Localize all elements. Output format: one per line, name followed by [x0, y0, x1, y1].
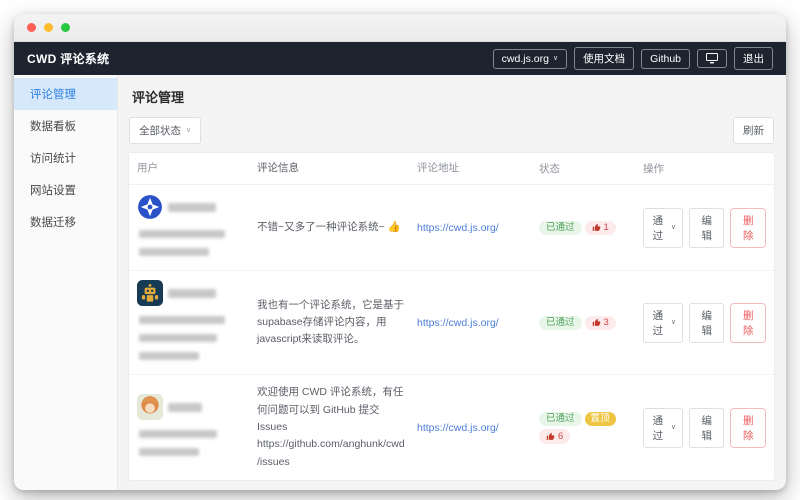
approved-badge: 已通过 — [539, 220, 582, 236]
approved-badge: 已通过 — [539, 411, 582, 427]
app-window: CWD 评论系统 cwd.js.org ∨ 使用文档 Github 退出 评论管… — [14, 14, 786, 490]
logout-button[interactable]: 退出 — [734, 47, 773, 70]
table-row: 欢迎使用 CWD 评论系统，有任何问题可以到 GitHub 提交 Issues … — [129, 375, 774, 480]
redacted-username — [168, 202, 216, 212]
toolbar: 全部状态 ∨ 刷新 — [128, 117, 775, 144]
comment-text: 欢迎使用 CWD 评论系统，有任何问题可以到 GitHub 提交 Issues … — [257, 386, 405, 468]
comment-url-link[interactable]: https://cwd.js.org/ — [417, 317, 499, 329]
table-row: 我也有一个评论系统，它是基于supabase存储评论内容，用javascript… — [129, 271, 774, 376]
likes-count: 1 — [603, 222, 609, 234]
sidebar-item-data-migration[interactable]: 数据迁移 — [14, 206, 117, 238]
top-navbar: CWD 评论系统 cwd.js.org ∨ 使用文档 Github 退出 — [14, 42, 786, 75]
redacted-user-detail — [139, 248, 209, 257]
page-title: 评论管理 — [132, 90, 185, 105]
comment-url-link[interactable]: https://cwd.js.org/ — [417, 222, 499, 234]
redacted-user-detail — [139, 352, 199, 361]
redacted-username — [168, 288, 216, 298]
window-minimize-button[interactable] — [44, 23, 53, 32]
chevron-down-icon: ∨ — [670, 424, 676, 432]
redacted-user-detail — [139, 230, 225, 239]
pinned-badge: 置顶 — [584, 411, 616, 427]
status-action-select[interactable]: 通过 ∨ — [643, 302, 683, 343]
likes-badge: 3 — [584, 315, 616, 331]
likes-count: 6 — [558, 430, 564, 442]
col-header-user: 用户 — [137, 162, 158, 174]
approved-badge: 已通过 — [539, 315, 582, 331]
col-header-url: 评论地址 — [417, 162, 459, 174]
table-header-row: 用户 评论信息 评论地址 状态 操作 — [129, 153, 774, 186]
redacted-user-detail — [139, 430, 217, 439]
app-title: CWD 评论系统 — [27, 52, 110, 66]
docs-button[interactable]: 使用文档 — [574, 47, 635, 70]
status-action-select[interactable]: 通过 ∨ — [643, 407, 683, 448]
navbar-actions: cwd.js.org ∨ 使用文档 Github 退出 — [492, 47, 773, 70]
comment-url-link[interactable]: https://cwd.js.org/ — [417, 422, 499, 434]
col-header-comment: 评论信息 — [257, 162, 299, 174]
status-filter-select[interactable]: 全部状态 ∨ — [129, 117, 202, 144]
user-avatar — [137, 394, 163, 421]
sidebar-item-comment-management[interactable]: 评论管理 — [14, 78, 117, 110]
status-cell: 已通过 3 — [539, 315, 643, 331]
status-cell: 已通过 1 — [539, 220, 643, 236]
status-filter-value: 全部状态 — [139, 125, 181, 137]
macos-titlebar — [14, 14, 786, 42]
github-button[interactable]: Github — [641, 48, 690, 69]
window-close-button[interactable] — [27, 23, 36, 32]
user-cell — [137, 280, 257, 365]
delete-button[interactable]: 删除 — [730, 302, 766, 343]
comment-text: 不错~又多了一种评论系统~ 👍 — [257, 221, 401, 234]
likes-count: 3 — [603, 317, 609, 329]
site-select[interactable]: cwd.js.org ∨ — [492, 48, 568, 69]
main-content: 评论管理 全部状态 ∨ 刷新 用户 评论信息 评论地址 状态 操作 不错~又多了… — [118, 75, 786, 490]
likes-badge: 6 — [539, 429, 571, 444]
col-header-status: 状态 — [539, 163, 560, 176]
sidebar-item-dashboard[interactable]: 数据看板 — [14, 110, 117, 142]
actions-cell: 通过 ∨ 编辑 删除 — [643, 407, 766, 448]
actions-cell: 通过 ∨ 编辑 删除 — [643, 302, 766, 343]
redacted-user-detail — [139, 448, 199, 457]
window-zoom-button[interactable] — [61, 23, 70, 32]
edit-button[interactable]: 编辑 — [688, 207, 725, 248]
user-avatar — [137, 194, 163, 220]
col-header-actions: 操作 — [643, 163, 664, 176]
chevron-down-icon: ∨ — [552, 55, 559, 62]
likes-badge: 1 — [584, 220, 616, 236]
user-avatar — [137, 280, 163, 307]
refresh-button[interactable]: 刷新 — [733, 117, 774, 144]
edit-button[interactable]: 编辑 — [688, 407, 725, 448]
sidebar-item-site-settings[interactable]: 网站设置 — [14, 174, 117, 206]
sidebar-nav: 评论管理 数据看板 访问统计 网站设置 数据迁移 — [14, 75, 118, 490]
user-cell — [137, 394, 257, 461]
status-action-select[interactable]: 通过 ∨ — [643, 207, 683, 248]
chevron-down-icon: ∨ — [670, 224, 676, 232]
display-mode-button[interactable] — [697, 49, 727, 68]
monitor-icon — [706, 53, 718, 64]
redacted-username — [168, 402, 202, 412]
chevron-down-icon: ∨ — [186, 127, 192, 134]
comments-table: 用户 评论信息 评论地址 状态 操作 不错~又多了一种评论系统~ 👍 https… — [128, 152, 775, 481]
actions-cell: 通过 ∨ 编辑 删除 — [643, 207, 766, 248]
edit-button[interactable]: 编辑 — [688, 302, 725, 343]
comment-text: 我也有一个评论系统，它是基于supabase存储评论内容，用javascript… — [257, 298, 404, 346]
redacted-user-detail — [139, 316, 225, 325]
table-row: 不错~又多了一种评论系统~ 👍 https://cwd.js.org/ 已通过 … — [129, 185, 774, 272]
delete-button[interactable]: 删除 — [730, 207, 766, 248]
site-select-value: cwd.js.org — [501, 52, 549, 65]
chevron-down-icon: ∨ — [670, 319, 676, 327]
redacted-user-detail — [139, 334, 217, 343]
delete-button[interactable]: 删除 — [730, 407, 766, 448]
user-cell — [137, 194, 257, 261]
sidebar-item-visit-stats[interactable]: 访问统计 — [14, 142, 117, 174]
status-cell: 已通过 置顶 6 — [539, 411, 643, 444]
